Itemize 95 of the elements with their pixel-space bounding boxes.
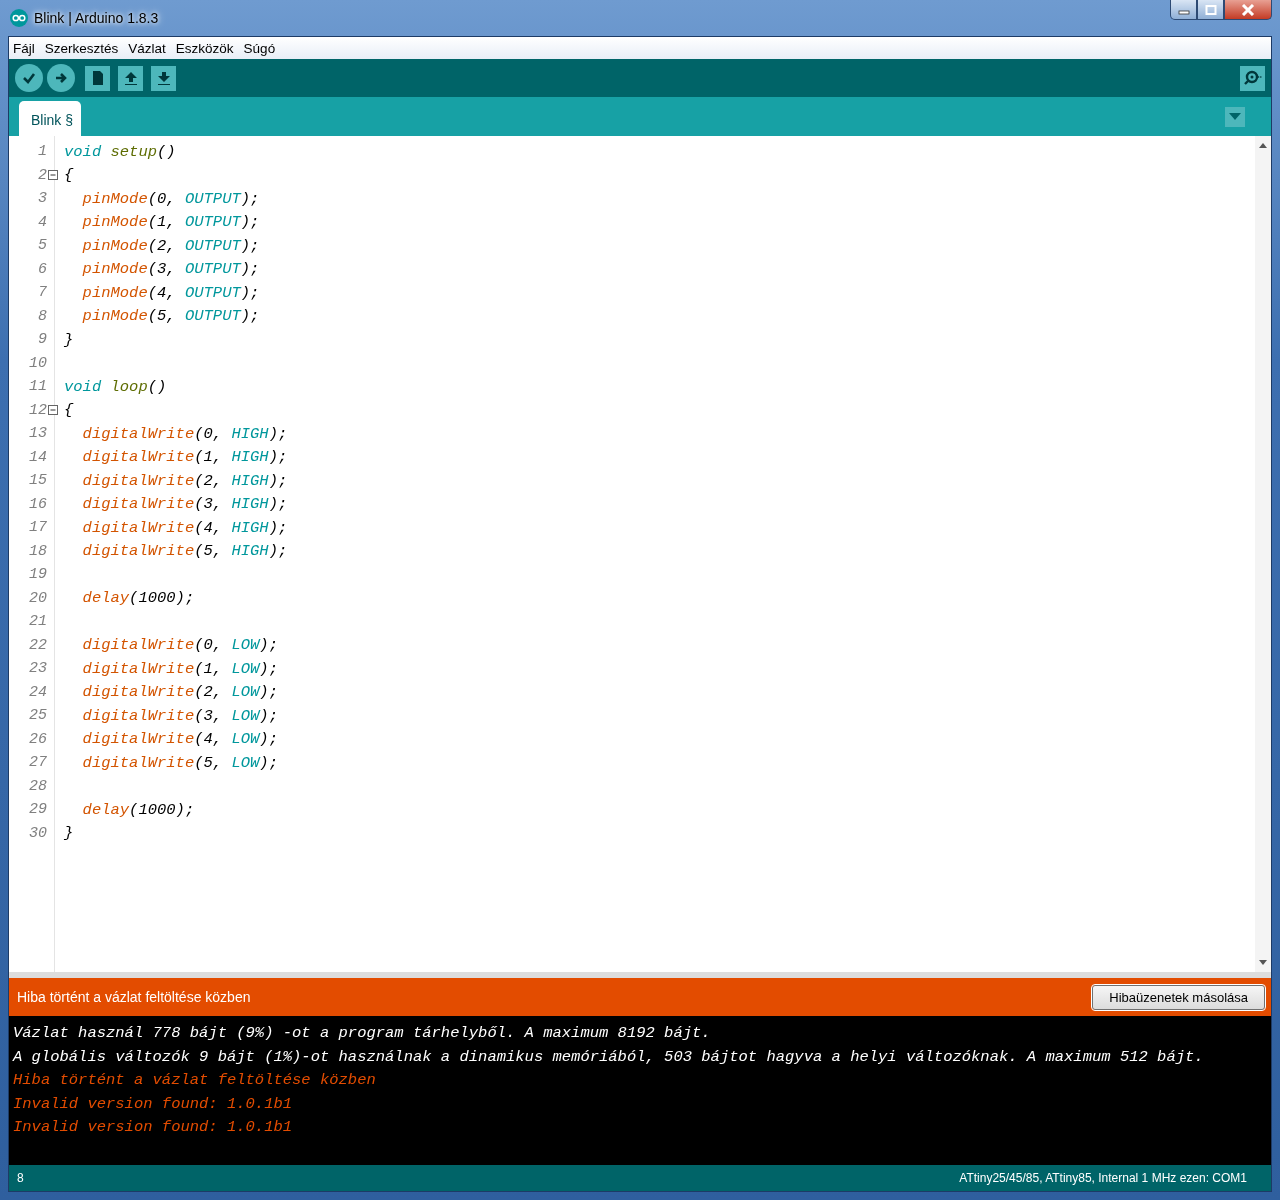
code-line: { (64, 401, 74, 420)
line-number: 12 (29, 401, 47, 419)
line-indicator: 8 (17, 1171, 24, 1185)
line-number: 1 (38, 143, 47, 161)
line-number: 24 (29, 683, 47, 701)
arrow-down-icon (156, 70, 171, 86)
code-line: void setup() (64, 142, 176, 161)
document-icon (90, 70, 105, 86)
app-logo-icon (10, 9, 28, 27)
code-line: digitalWrite(2, LOW); (82, 683, 278, 702)
line-number: 20 (29, 589, 47, 607)
line-number: 2 (38, 166, 47, 184)
line-number: 23 (29, 660, 47, 678)
line-number: 13 (29, 425, 47, 443)
caret-icon (1229, 112, 1241, 121)
line-number: 17 (29, 519, 47, 537)
console-line: Hiba történt a vázlat feltöltése közben (13, 1070, 377, 1091)
code-line: digitalWrite(5, HIGH); (82, 542, 288, 561)
fold-icon[interactable] (48, 405, 58, 416)
line-number: 11 (29, 378, 47, 396)
line-number: 28 (29, 777, 47, 795)
console-line: Invalid version found: 1.0.1b1 (13, 1093, 294, 1115)
line-number: 4 (38, 213, 47, 231)
code-line: pinMode(3, OUTPUT); (82, 260, 260, 279)
line-number: 3 (38, 190, 47, 208)
line-number: 9 (38, 331, 47, 349)
code-line: digitalWrite(2, HIGH); (82, 471, 288, 490)
line-number: 10 (29, 354, 47, 372)
maximize-button[interactable] (1197, 0, 1224, 20)
console-line: A globális változók 9 bájt (1%)-ot használnak a dinamikus memóriából, 503 bájtot hagyva a helyi változóknak. A maximum 512 bájt. (13, 1046, 1205, 1068)
code-line: digitalWrite(0, LOW); (82, 636, 278, 655)
line-number: 26 (29, 730, 47, 748)
line-number: 18 (29, 542, 47, 560)
code-line: delay(1000); (82, 589, 195, 608)
line-number: 15 (29, 472, 47, 490)
minimize-button[interactable] (1170, 0, 1197, 20)
close-button[interactable] (1224, 0, 1272, 20)
menu-item[interactable]: Vázlat (128, 40, 166, 56)
fold-icon[interactable] (48, 170, 58, 181)
verify-button[interactable] (15, 64, 43, 92)
maximize-icon (1204, 4, 1217, 15)
save-button[interactable] (151, 65, 176, 91)
menu-item[interactable]: Súgó (243, 40, 276, 56)
sketch-tab[interactable]: Blink § (19, 101, 82, 136)
console-line: Invalid version found: 1.0.1b1 (13, 1117, 294, 1138)
code-line: digitalWrite(4, LOW); (82, 730, 278, 749)
line-number: 29 (29, 801, 47, 819)
code-line: pinMode(5, OUTPUT); (82, 307, 260, 326)
code-line: { (64, 166, 74, 185)
code-line: pinMode(0, OUTPUT); (82, 189, 260, 208)
window-title: Blink | Arduino 1.8.3 (34, 10, 159, 26)
code-line: } (64, 824, 74, 843)
line-number: 21 (29, 613, 47, 631)
code-line: digitalWrite(0, HIGH); (82, 424, 288, 443)
line-number: 7 (38, 284, 47, 302)
code-line: pinMode(2, OUTPUT); (82, 236, 260, 255)
code-line: digitalWrite(1, HIGH); (82, 448, 288, 467)
code-line: pinMode(4, OUTPUT); (82, 283, 260, 302)
code-line: pinMode(1, OUTPUT); (82, 213, 260, 232)
code-line: void loop() (64, 377, 167, 396)
line-number: 19 (29, 566, 47, 584)
line-number: 8 (38, 307, 47, 325)
upload-button[interactable] (47, 64, 75, 92)
code-line: digitalWrite(3, LOW); (82, 706, 278, 725)
line-number: 14 (29, 448, 47, 466)
close-icon (1241, 3, 1255, 16)
code-line: delay(1000); (82, 800, 195, 819)
scrollbar[interactable] (1255, 136, 1271, 972)
line-number: 25 (29, 707, 47, 725)
open-button[interactable] (118, 65, 143, 91)
tab-menu-button[interactable] (1225, 106, 1245, 127)
board-info: ATtiny25/45/85, ATtiny85, Internal 1 MHz ezen: COM1 (959, 1171, 1247, 1185)
line-number: 30 (29, 824, 47, 842)
code-line: } (64, 330, 74, 349)
line-number: 5 (38, 237, 47, 255)
menu-item[interactable]: Fájl (13, 40, 35, 56)
new-button[interactable] (85, 65, 110, 91)
serial-monitor-button[interactable] (1240, 65, 1265, 91)
scroll-up-icon[interactable] (1259, 142, 1267, 148)
line-number: 22 (29, 636, 47, 654)
error-message: Hiba történt a vázlat feltöltése közben (17, 989, 251, 1005)
line-number: 16 (29, 495, 47, 513)
code-line: digitalWrite(1, LOW); (82, 659, 278, 678)
copy-errors-button[interactable]: Hibaüzenetek másolása (1092, 984, 1265, 1010)
scroll-down-icon[interactable] (1259, 960, 1267, 966)
arrow-up-icon (123, 70, 138, 86)
line-number: 27 (29, 754, 47, 772)
code-line: digitalWrite(5, LOW); (82, 753, 278, 772)
code-line: digitalWrite(4, HIGH); (82, 518, 288, 537)
line-number: 6 (38, 260, 47, 278)
magnifier-icon (1242, 69, 1263, 87)
menu-item[interactable]: Szerkesztés (44, 40, 119, 56)
code-line: digitalWrite(3, HIGH); (82, 495, 288, 514)
menu-item[interactable]: Eszközök (175, 40, 234, 56)
console-line: Vázlat használ 778 bájt (9%) -ot a program tárhelyből. A maximum 8192 bájt. (13, 1023, 712, 1044)
